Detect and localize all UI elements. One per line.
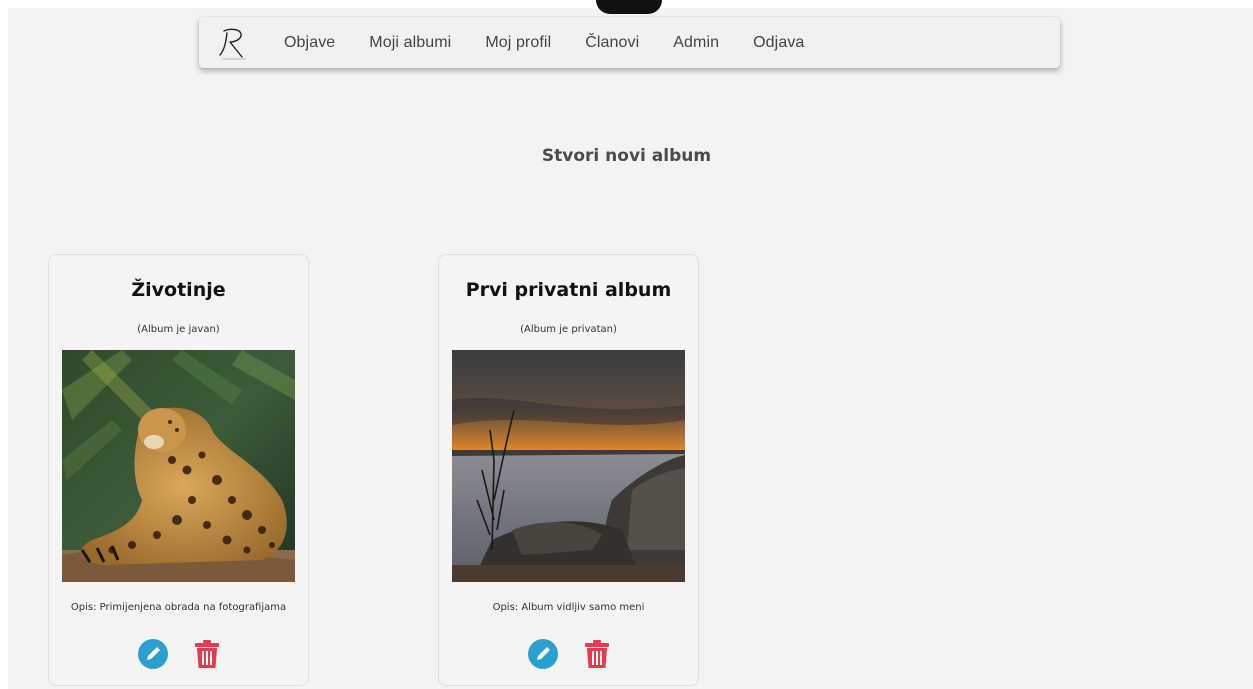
nav-item-moji-albumi[interactable]: Moji albumi (369, 34, 451, 52)
nav-item-admin[interactable]: Admin (673, 34, 719, 52)
trash-icon (584, 640, 609, 668)
nav-item-clanovi[interactable]: Članovi (585, 34, 639, 52)
top-decoration (596, 0, 662, 14)
album-visibility: (Album je javan) (137, 324, 220, 335)
album-description: Opis: Primijenjena obrada na fotografija… (70, 602, 287, 613)
nav-item-objave[interactable]: Objave (284, 34, 335, 52)
album-title: Prvi privatni album (465, 279, 672, 301)
navbar: Objave Moji albumi Moj profil Članovi Ad… (199, 17, 1060, 68)
album-actions (439, 638, 698, 670)
edit-button[interactable] (137, 639, 168, 669)
create-album-link[interactable]: Stvori novi album (0, 146, 1253, 166)
album-card: Prvi privatni album (Album je privatan) (438, 254, 699, 686)
album-card: Životinje (Album je javan) Opis: Primije… (48, 254, 309, 686)
nav-item-odjava[interactable]: Odjava (753, 34, 804, 52)
album-visibility: (Album je privatan) (520, 324, 617, 335)
album-description: Opis: Album vidljiv samo meni (492, 602, 645, 613)
trash-icon (194, 640, 219, 668)
edit-button[interactable] (527, 639, 558, 669)
album-title: Životinje (131, 279, 226, 301)
album-actions (49, 638, 308, 670)
jaguar-photo[interactable] (62, 350, 295, 582)
delete-button[interactable] (194, 639, 220, 669)
delete-button[interactable] (584, 639, 610, 669)
logo-icon[interactable] (216, 23, 256, 63)
sunset-lake-photo[interactable] (452, 350, 685, 582)
pencil-icon (137, 639, 168, 669)
nav-item-moj-profil[interactable]: Moj profil (485, 34, 551, 52)
pencil-icon (527, 639, 558, 669)
